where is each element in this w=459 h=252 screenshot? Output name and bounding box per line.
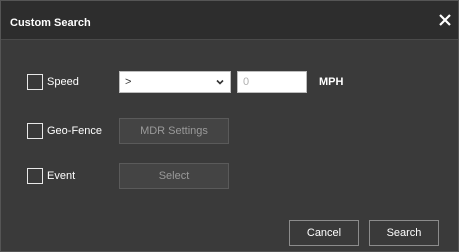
search-button[interactable]: Search — [369, 220, 439, 246]
dialog-title: Custom Search — [10, 17, 91, 29]
geofence-checkbox[interactable] — [27, 123, 43, 139]
geofence-label: Geo-Fence — [47, 125, 103, 137]
dialog-titlebar: Custom Search — [1, 1, 458, 40]
speed-checkbox[interactable] — [27, 74, 43, 90]
cancel-button[interactable]: Cancel — [289, 220, 359, 246]
event-select-button[interactable]: Select — [119, 163, 229, 189]
speed-operator-value: > — [125, 76, 132, 88]
close-icon[interactable] — [438, 13, 452, 27]
speed-operator-select[interactable]: > — [119, 71, 231, 93]
event-row: Event Select — [1, 161, 459, 191]
mdr-settings-button[interactable]: MDR Settings — [119, 118, 229, 144]
chevron-down-icon — [215, 77, 225, 90]
event-label: Event — [47, 170, 76, 182]
speed-value-input[interactable]: 0 — [237, 71, 307, 93]
speed-unit: MPH — [319, 76, 344, 88]
speed-row: Speed > 0 MPH — [1, 67, 459, 97]
custom-search-dialog: Custom Search Speed > 0 MPH Geo-Fence MD… — [0, 0, 459, 252]
event-checkbox[interactable] — [27, 168, 43, 184]
speed-value-placeholder: 0 — [243, 76, 250, 88]
speed-label: Speed — [47, 76, 79, 88]
geofence-row: Geo-Fence MDR Settings — [1, 116, 459, 146]
